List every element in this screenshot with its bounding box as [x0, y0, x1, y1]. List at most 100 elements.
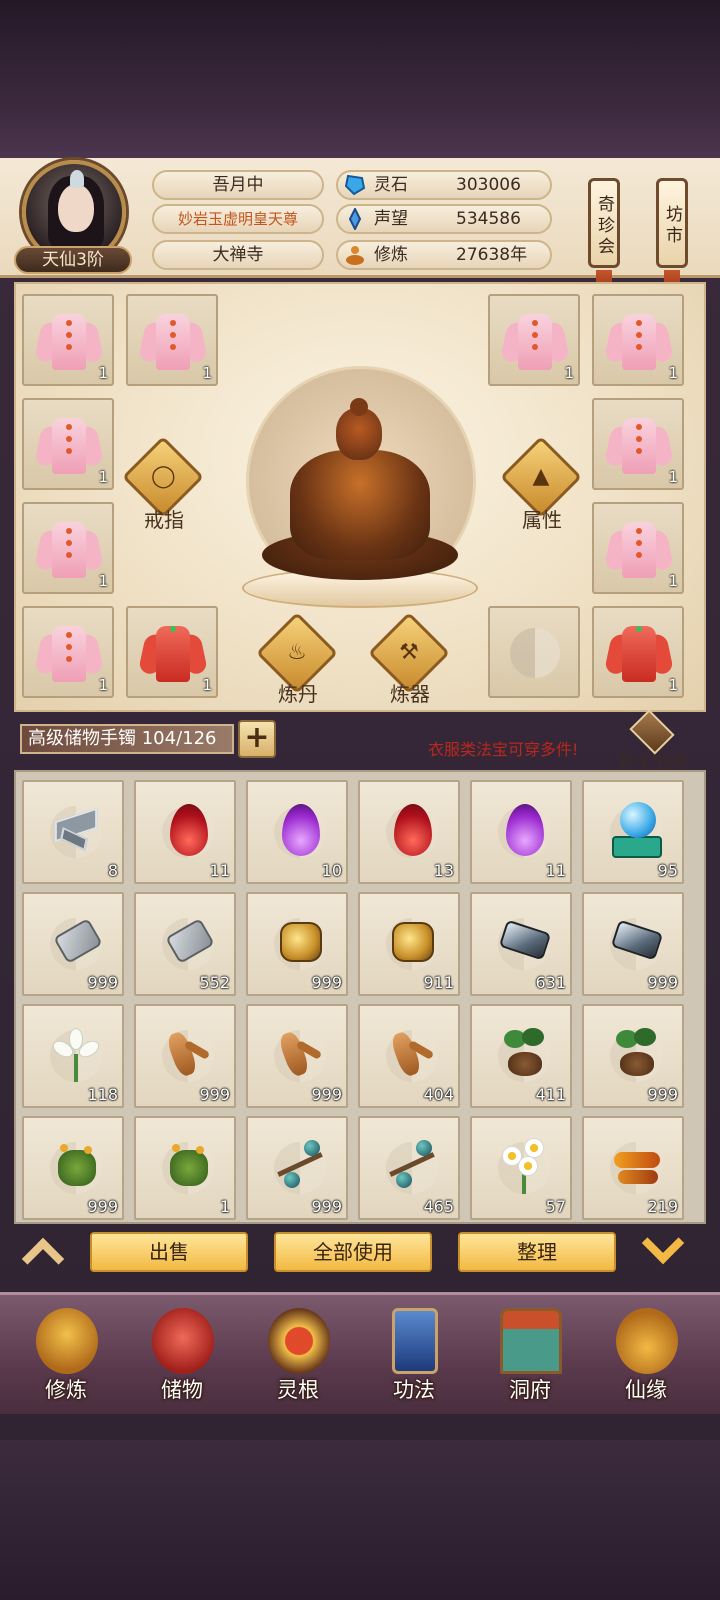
pink-robe-icon: [34, 412, 104, 478]
inventory-cell[interactable]: 999: [246, 892, 348, 996]
mustard-space-button[interactable]: [628, 709, 676, 755]
item-count: 13: [433, 861, 454, 880]
nav-label: 功法: [393, 1378, 435, 1402]
grey-stone-icon: [162, 912, 215, 972]
ginseng-root-icon: [386, 1024, 438, 1084]
equip-slot[interactable]: 1: [592, 398, 684, 490]
rank-badge: 天仙3阶: [14, 246, 132, 274]
item-count: 999: [87, 1197, 118, 1216]
sort-button[interactable]: 整理: [458, 1232, 616, 1272]
nav-spirit-root[interactable]: 灵根: [246, 1300, 350, 1410]
item-count: 999: [311, 973, 342, 992]
equip-slot[interactable]: 1: [126, 294, 218, 386]
inventory-cell[interactable]: 13: [358, 780, 460, 884]
white-lily-icon: [49, 1024, 103, 1084]
market-button[interactable]: 坊市: [656, 178, 688, 268]
inventory-cell[interactable]: 999: [22, 892, 124, 996]
inventory-cell[interactable]: 1: [134, 1116, 236, 1220]
equip-slot[interactable]: 1: [592, 606, 684, 698]
use-all-button[interactable]: 全部使用: [274, 1232, 432, 1272]
nav-label: 修炼: [45, 1378, 87, 1402]
inventory-cell[interactable]: 999: [246, 1116, 348, 1220]
berry-branch-icon: [386, 1136, 438, 1196]
inventory-cell[interactable]: 11: [470, 780, 572, 884]
item-count: 1: [98, 572, 108, 590]
resource-label: 灵石: [374, 175, 408, 195]
pink-robe-icon: [138, 308, 208, 374]
item-count: 1: [668, 364, 678, 382]
red-robe-icon: [138, 620, 208, 686]
pink-robe-icon: [604, 516, 674, 582]
nav-immortal-fate[interactable]: 仙缘: [594, 1300, 698, 1410]
inventory-cell[interactable]: 57: [470, 1116, 572, 1220]
nav-cave-dwelling[interactable]: 洞府: [478, 1300, 582, 1410]
nav-label: 储物: [161, 1378, 203, 1402]
scripture-book-icon: [392, 1308, 438, 1374]
item-count: 11: [545, 861, 566, 880]
item-count: 219: [647, 1197, 678, 1216]
inventory-cell[interactable]: 11: [134, 780, 236, 884]
sell-button[interactable]: 出售: [90, 1232, 248, 1272]
expand-bag-button[interactable]: +: [238, 720, 276, 758]
nav-techniques[interactable]: 功法: [362, 1300, 466, 1410]
resource-value: 303006: [456, 175, 521, 195]
gold-ore-icon: [274, 912, 326, 972]
inventory-cell[interactable]: 411: [470, 1004, 572, 1108]
nav-cultivate[interactable]: 修炼: [14, 1300, 118, 1410]
equip-slot[interactable]: 1: [22, 398, 114, 490]
grey-stone-icon: [50, 912, 103, 972]
inventory-cell[interactable]: 465: [358, 1116, 460, 1220]
equip-slot[interactable]: 1: [592, 502, 684, 594]
inventory-cell[interactable]: 118: [22, 1004, 124, 1108]
inventory-cell[interactable]: 911: [358, 892, 460, 996]
red-flame-icon: [386, 800, 438, 860]
red-robe-icon: [604, 620, 674, 686]
page-down-arrow[interactable]: [640, 1221, 690, 1270]
nav-label: 仙缘: [625, 1378, 667, 1402]
equip-slot[interactable]: 1: [488, 294, 580, 386]
pink-robe-icon: [604, 308, 674, 374]
pink-robe-icon: [34, 516, 104, 582]
equip-slot-empty[interactable]: [488, 606, 580, 698]
inventory-cell[interactable]: 552: [134, 892, 236, 996]
item-count: 1: [668, 676, 678, 694]
treasure-fair-button[interactable]: 奇珍会: [588, 178, 620, 268]
inventory-cell[interactable]: 404: [358, 1004, 460, 1108]
pink-robe-icon: [34, 620, 104, 686]
inventory-cell[interactable]: 95: [582, 780, 684, 884]
gourd-icon: [616, 1308, 678, 1374]
inventory-cell[interactable]: 999: [246, 1004, 348, 1108]
inventory-cell[interactable]: 999: [582, 1004, 684, 1108]
inventory-cell[interactable]: 999: [22, 1116, 124, 1220]
inventory-cell[interactable]: 10: [246, 780, 348, 884]
item-count: 1: [202, 676, 212, 694]
item-count: 999: [199, 1085, 230, 1104]
item-count: 1: [219, 1197, 230, 1216]
inventory-cell[interactable]: 999: [582, 892, 684, 996]
item-count: 8: [107, 861, 118, 880]
item-count: 1: [564, 364, 574, 382]
cultivation-icon: [346, 246, 364, 265]
equip-slot[interactable]: 1: [22, 606, 114, 698]
berry-branch-icon: [274, 1136, 326, 1196]
page-up-arrow[interactable]: [20, 1236, 70, 1281]
iron-ore-icon: [498, 912, 552, 972]
item-count: 95: [657, 861, 678, 880]
equip-slot[interactable]: 1: [126, 606, 218, 698]
chevron-up-icon: [21, 1237, 65, 1281]
inventory-cell[interactable]: 631: [470, 892, 572, 996]
yin-yang-icon: [510, 628, 560, 678]
equip-slot[interactable]: 1: [22, 502, 114, 594]
inventory-cell[interactable]: 999: [134, 1004, 236, 1108]
avatar-face: [58, 184, 94, 232]
equip-slot[interactable]: 1: [22, 294, 114, 386]
nav-storage[interactable]: 储物: [130, 1300, 234, 1410]
chevron-down-icon: [641, 1221, 685, 1265]
inventory-cell[interactable]: 8: [22, 780, 124, 884]
item-count: 631: [535, 973, 566, 992]
inventory-cell[interactable]: 219: [582, 1116, 684, 1220]
item-count: 911: [423, 973, 454, 992]
reputation-icon: [348, 208, 362, 230]
item-count: 1: [202, 364, 212, 382]
equip-slot[interactable]: 1: [592, 294, 684, 386]
